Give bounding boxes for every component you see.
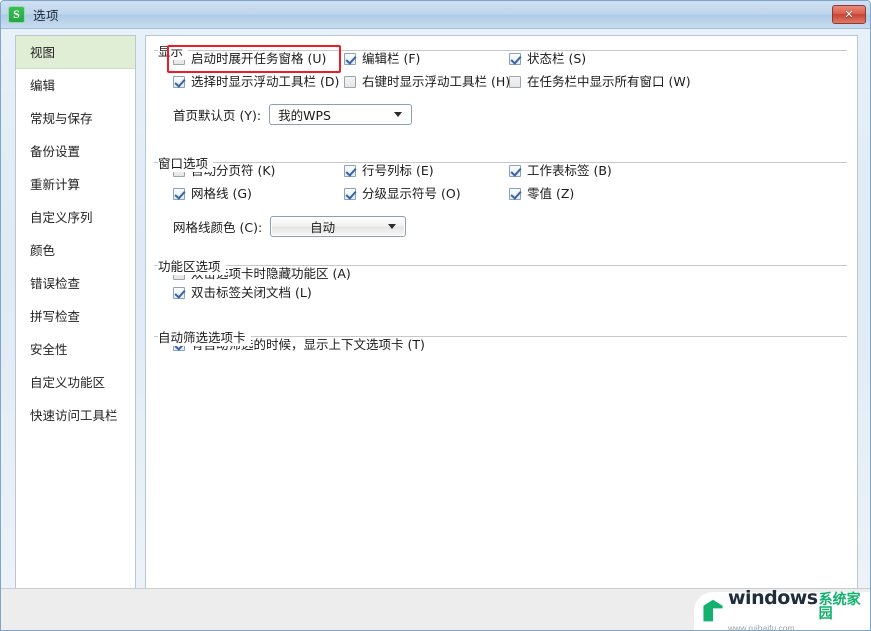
- checkbox-close-doc-on-doubleclick-tab[interactable]: 双击标签关闭文档 (L): [173, 285, 312, 301]
- gridline-color-label: 网格线颜色 (C):: [173, 220, 263, 235]
- checkbox-box: [344, 53, 356, 65]
- watermark-url: www.ruihaifu.com: [728, 623, 795, 631]
- sidebar-item-color[interactable]: 颜色: [16, 234, 135, 267]
- sidebar-item-general-and-save[interactable]: 常规与保存: [16, 102, 135, 135]
- group-autofilter-tab: 自动筛选选项卡 有自动筛选的时候，显示上下文选项卡 (T): [154, 327, 847, 378]
- window-title: 选项: [33, 8, 60, 23]
- checkbox-box: [173, 287, 185, 299]
- checkbox-label: 选择时显示浮动工具栏 (D): [191, 74, 340, 89]
- sidebar-item-custom-sequence[interactable]: 自定义序列: [16, 201, 135, 234]
- checkbox-formula-bar[interactable]: 编辑栏 (F): [344, 51, 420, 67]
- checkbox-label: 网格线 (G): [191, 186, 252, 201]
- watermark-title-line: windows 系统家园: [728, 587, 870, 623]
- checkbox-row-column-headers[interactable]: 行号列标 (E): [344, 163, 434, 179]
- checkbox-box: [509, 76, 521, 88]
- checkbox-show-all-windows-in-taskbar[interactable]: 在任务栏中显示所有窗口 (W): [509, 74, 691, 90]
- group-window-options-title: 窗口选项: [158, 153, 214, 172]
- checkbox-box: [509, 53, 521, 65]
- checkbox-outline-symbols[interactable]: 分级显示符号 (O): [344, 186, 461, 202]
- sidebar-item-recalculate[interactable]: 重新计算: [16, 168, 135, 201]
- sidebar-item-security[interactable]: 安全性: [16, 333, 135, 366]
- close-window-button[interactable]: ✕: [832, 5, 866, 24]
- chevron-down-icon: [394, 112, 403, 117]
- watermark-text: windows 系统家园 www.ruihaifu.com: [728, 587, 870, 631]
- gridline-color-field: 网格线颜色 (C): 自动: [173, 216, 407, 237]
- wps-spreadsheet-icon: S: [8, 6, 25, 23]
- sidebar-item-backup-settings[interactable]: 备份设置: [16, 135, 135, 168]
- checkbox-show-floating-toolbar-on-select[interactable]: 选择时显示浮动工具栏 (D): [173, 74, 339, 90]
- gridline-color-value: 自动: [310, 220, 336, 235]
- homepage-default-field: 首页默认页 (Y): 我的WPS: [173, 104, 413, 125]
- group-ribbon-options: 功能区选项 双击选项卡时隐藏功能区 (A) 双击标签关闭文档 (L): [154, 256, 847, 325]
- site-watermark: windows 系统家园 www.ruihaifu.com: [694, 587, 870, 631]
- gridline-color-dropdown[interactable]: 自动: [270, 216, 407, 237]
- checkbox-zero-values[interactable]: 零值 (Z): [509, 186, 574, 202]
- checkbox-gridlines[interactable]: 网格线 (G): [173, 186, 252, 202]
- checkbox-label: 编辑栏 (F): [362, 51, 421, 66]
- sidebar-item-spell-check[interactable]: 拼写检查: [16, 300, 135, 333]
- checkbox-box: [344, 76, 356, 88]
- checkbox-label: 启动时展开任务窗格 (U): [191, 51, 327, 66]
- checkbox-label: 行号列标 (E): [362, 163, 434, 178]
- checkbox-status-bar[interactable]: 状态栏 (S): [509, 51, 586, 67]
- checkbox-label: 双击标签关闭文档 (L): [191, 285, 312, 300]
- group-display: 显示 启动时展开任务窗格 (U) 编辑栏 (F) 状态栏 (S) 选择时显示浮动…: [154, 41, 847, 162]
- sidebar-item-custom-ribbon[interactable]: 自定义功能区: [16, 366, 135, 399]
- sidebar-item-error-checking[interactable]: 错误检查: [16, 267, 135, 300]
- options-content-panel: 显示 启动时展开任务窗格 (U) 编辑栏 (F) 状态栏 (S) 选择时显示浮动…: [145, 35, 858, 619]
- category-sidebar[interactable]: 视图 编辑 常规与保存 备份设置 重新计算 自定义序列 颜色 错误检查 拼写检查…: [15, 35, 136, 619]
- options-dialog-window: S 选项 ✕ 视图 编辑 常规与保存 备份设置 重新计算 自定义序列 颜色 错误…: [0, 0, 871, 631]
- checkbox-label: 状态栏 (S): [527, 51, 587, 66]
- checkbox-label: 右键时显示浮动工具栏 (H): [362, 74, 511, 89]
- group-display-title: 显示: [158, 41, 189, 60]
- homepage-default-label: 首页默认页 (Y):: [173, 108, 262, 123]
- checkbox-box: [509, 165, 521, 177]
- checkbox-box: [509, 188, 521, 200]
- watermark-brand: windows: [728, 587, 818, 610]
- checkbox-label: 工作表标签 (B): [527, 163, 612, 178]
- chevron-down-icon: [388, 224, 397, 229]
- title-bar: S 选项 ✕: [1, 1, 870, 29]
- group-ribbon-options-title: 功能区选项: [158, 256, 226, 275]
- checkbox-label: 分级显示符号 (O): [362, 186, 461, 201]
- watermark-brand-cn: 系统家园: [818, 592, 861, 623]
- group-autofilter-tab-title: 自动筛选选项卡: [158, 327, 251, 346]
- checkbox-box: [173, 188, 185, 200]
- homepage-default-dropdown[interactable]: 我的WPS: [269, 104, 413, 125]
- sidebar-item-quick-access-toolbar[interactable]: 快速访问工具栏: [16, 399, 135, 432]
- checkbox-label: 在任务栏中显示所有窗口 (W): [527, 74, 691, 89]
- checkbox-sheet-tabs[interactable]: 工作表标签 (B): [509, 163, 612, 179]
- checkbox-label: 零值 (Z): [527, 186, 575, 201]
- checkbox-expand-task-pane-on-startup[interactable]: 启动时展开任务窗格 (U): [173, 51, 326, 67]
- checkbox-box: [344, 188, 356, 200]
- checkbox-box: [173, 76, 185, 88]
- sidebar-item-view[interactable]: 视图: [16, 36, 135, 69]
- checkbox-show-floating-toolbar-on-rightclick[interactable]: 右键时显示浮动工具栏 (H): [344, 74, 510, 90]
- sidebar-item-edit[interactable]: 编辑: [16, 69, 135, 102]
- homepage-default-value: 我的WPS: [278, 108, 331, 123]
- checkbox-box: [344, 165, 356, 177]
- group-window-options: 窗口选项 自动分页符 (K) 行号列标 (E) 工作表标签 (B) 网格线 (G…: [154, 153, 847, 266]
- watermark-logo-icon: [703, 599, 723, 622]
